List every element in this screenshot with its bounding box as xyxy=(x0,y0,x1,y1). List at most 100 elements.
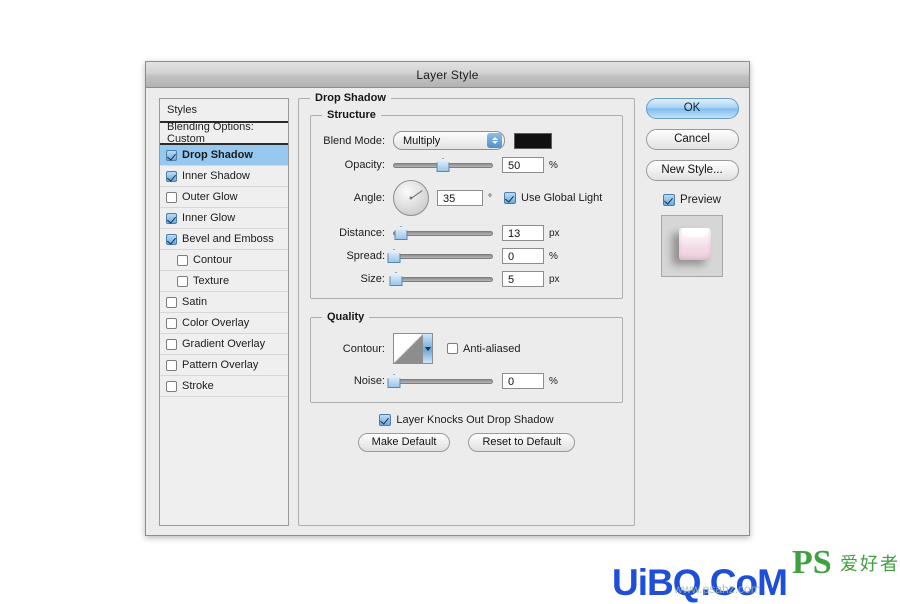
noise-input[interactable]: 0 xyxy=(502,373,544,389)
layer-knocks-out-checkbox[interactable]: Layer Knocks Out Drop Shadow xyxy=(310,414,623,426)
opacity-label: Opacity: xyxy=(344,159,385,171)
checkbox-icon-contour[interactable] xyxy=(177,254,188,266)
sidebar-item-inner-glow[interactable]: Inner Glow xyxy=(160,208,288,229)
contour-curve-icon xyxy=(394,334,423,363)
checkbox-icon-inner-shadow[interactable] xyxy=(166,170,177,182)
use-global-light-checkbox[interactable]: Use Global Light xyxy=(504,192,602,204)
new-style-button[interactable]: New Style... xyxy=(645,160,739,181)
ok-button[interactable]: OK xyxy=(645,98,739,119)
slider-track xyxy=(393,230,493,236)
sidebar-item-label: Texture xyxy=(193,275,230,287)
slider-thumb[interactable] xyxy=(436,158,450,172)
noise-row: Noise: 0 % xyxy=(321,373,612,389)
preview-checkbox[interactable]: Preview xyxy=(663,194,721,206)
styles-list[interactable]: Styles Blending Options: Custom Drop Sha… xyxy=(159,98,289,526)
checkbox-icon-layer-knocks-out[interactable] xyxy=(379,414,392,426)
noise-unit: % xyxy=(549,375,558,387)
preview-layer-shape xyxy=(679,228,711,260)
distance-unit: px xyxy=(549,227,560,239)
slider-thumb[interactable] xyxy=(394,226,408,240)
spread-input[interactable]: 0 xyxy=(502,248,544,264)
structure-group-title: Structure xyxy=(322,109,381,121)
sidebar-item-label: Pattern Overlay xyxy=(182,359,259,371)
styles-list-header: Styles xyxy=(160,99,288,123)
angle-dial[interactable] xyxy=(393,180,429,216)
spread-row: Spread: 0 % xyxy=(321,248,612,264)
checkbox-icon-pattern-overlay[interactable] xyxy=(166,359,177,371)
dialog-title: Layer Style xyxy=(416,67,479,82)
sidebar-item-outer-glow[interactable]: Outer Glow xyxy=(160,187,288,208)
sidebar-item-label: Outer Glow xyxy=(182,191,238,203)
sidebar-item-label: Satin xyxy=(182,296,208,308)
checkbox-icon-texture[interactable] xyxy=(177,275,188,287)
dialog-titlebar[interactable]: Layer Style xyxy=(146,62,749,88)
reset-to-default-button[interactable]: Reset to Default xyxy=(468,433,576,452)
quality-group-title: Quality xyxy=(322,311,370,323)
sidebar-item-gradient-overlay[interactable]: Gradient Overlay xyxy=(160,334,288,355)
make-default-button[interactable]: Make Default xyxy=(357,433,451,452)
preview-thumbnail xyxy=(661,215,723,277)
checkbox-icon-inner-glow[interactable] xyxy=(166,212,177,224)
noise-slider[interactable] xyxy=(387,374,493,388)
angle-unit: ° xyxy=(488,192,492,204)
checkbox-icon-outer-glow[interactable] xyxy=(166,191,177,203)
layer-style-dialog: Layer Style Styles Blending Options: Cus… xyxy=(145,61,750,536)
checkbox-icon-color-overlay[interactable] xyxy=(166,317,177,329)
distance-label: Distance: xyxy=(339,227,385,239)
spread-unit: % xyxy=(549,250,558,262)
default-buttons-row: Make Default Reset to Default xyxy=(310,433,623,452)
chevron-down-icon[interactable] xyxy=(423,334,432,363)
opacity-slider[interactable] xyxy=(393,158,493,172)
blend-mode-row: Blend Mode: Multiply xyxy=(321,131,612,150)
angle-label: Angle: xyxy=(353,192,385,204)
blending-options-row[interactable]: Blending Options: Custom xyxy=(160,121,288,145)
angle-row: Angle: 35 ° Use Global Light xyxy=(321,180,612,216)
drop-shadow-group: Drop Shadow Structure Blend Mode: Multip… xyxy=(298,92,635,526)
slider-track xyxy=(393,276,493,282)
actions-column: OK Cancel New Style... Preview xyxy=(644,98,740,528)
size-slider[interactable] xyxy=(389,272,493,286)
cancel-button[interactable]: Cancel xyxy=(645,129,739,150)
sidebar-item-label: Gradient Overlay xyxy=(182,338,266,350)
checkbox-icon-drop-shadow[interactable] xyxy=(166,149,177,161)
sidebar-item-contour[interactable]: Contour xyxy=(160,250,288,271)
contour-preset-swatch[interactable] xyxy=(393,333,433,364)
angle-center-icon xyxy=(409,196,413,200)
styles-column: Styles Blending Options: Custom Drop Sha… xyxy=(159,98,289,528)
slider-track xyxy=(393,378,493,384)
blend-mode-value: Multiply xyxy=(403,134,441,147)
sidebar-item-stroke[interactable]: Stroke xyxy=(160,376,288,397)
anti-aliased-checkbox[interactable]: Anti-aliased xyxy=(447,343,520,355)
sidebar-item-inner-shadow[interactable]: Inner Shadow xyxy=(160,166,288,187)
sidebar-item-drop-shadow[interactable]: Drop Shadow xyxy=(160,145,288,166)
blend-mode-select[interactable]: Multiply xyxy=(393,131,505,150)
sidebar-item-satin[interactable]: Satin xyxy=(160,292,288,313)
sidebar-item-label: Stroke xyxy=(182,380,214,392)
structure-group: Structure Blend Mode: Multiply Opacity: xyxy=(310,109,623,299)
chevron-updown-icon[interactable] xyxy=(487,133,502,148)
sidebar-item-label: Inner Shadow xyxy=(182,170,250,182)
checkbox-icon-gradient-overlay[interactable] xyxy=(166,338,177,350)
checkbox-icon-use-global-light[interactable] xyxy=(504,192,516,204)
distance-input[interactable]: 13 xyxy=(502,225,544,241)
checkbox-icon-anti-aliased[interactable] xyxy=(447,343,458,354)
checkbox-icon-satin[interactable] xyxy=(166,296,177,308)
checkbox-icon-stroke[interactable] xyxy=(166,380,177,392)
spread-slider[interactable] xyxy=(387,249,493,263)
styles-list-empty-space xyxy=(160,397,288,525)
checkbox-icon-bevel-and-emboss[interactable] xyxy=(166,233,177,245)
sidebar-item-texture[interactable]: Texture xyxy=(160,271,288,292)
watermark: PS 爱好者 UiBQ.CoM www.psahz.com xyxy=(612,544,900,603)
checkbox-icon-preview[interactable] xyxy=(663,194,676,206)
sidebar-item-color-overlay[interactable]: Color Overlay xyxy=(160,313,288,334)
angle-input[interactable]: 35 xyxy=(437,190,483,206)
distance-slider[interactable] xyxy=(393,226,493,240)
contour-row: Contour: Anti-aliased xyxy=(321,333,612,364)
size-input[interactable]: 5 xyxy=(502,271,544,287)
sidebar-item-bevel-and-emboss[interactable]: Bevel and Emboss xyxy=(160,229,288,250)
watermark-subtext: www.psahz.com xyxy=(674,582,761,596)
shadow-color-swatch[interactable] xyxy=(514,132,552,149)
sidebar-item-pattern-overlay[interactable]: Pattern Overlay xyxy=(160,355,288,376)
preview-label: Preview xyxy=(680,194,721,206)
opacity-input[interactable]: 50 xyxy=(502,157,544,173)
